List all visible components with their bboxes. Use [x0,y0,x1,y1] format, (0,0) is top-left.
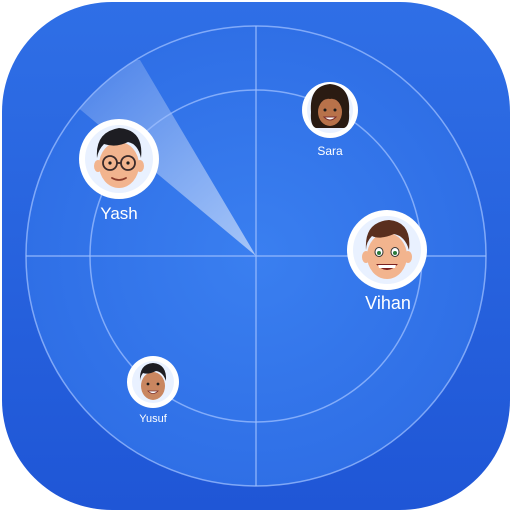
user-name-label: Yash [100,204,138,223]
radar-app-icon: Sara Yash Vihan Yusuf [0,0,512,512]
radar-canvas: Sara Yash Vihan Yusuf [2,2,510,510]
user-name-label: Sara [317,144,343,158]
boy-avatar-icon [132,361,174,403]
user-name-label: Yusuf [139,413,167,425]
boy-smile-avatar-icon [353,216,421,284]
user-name-label: Vihan [365,293,411,313]
boy-glasses-avatar-icon [85,125,153,193]
